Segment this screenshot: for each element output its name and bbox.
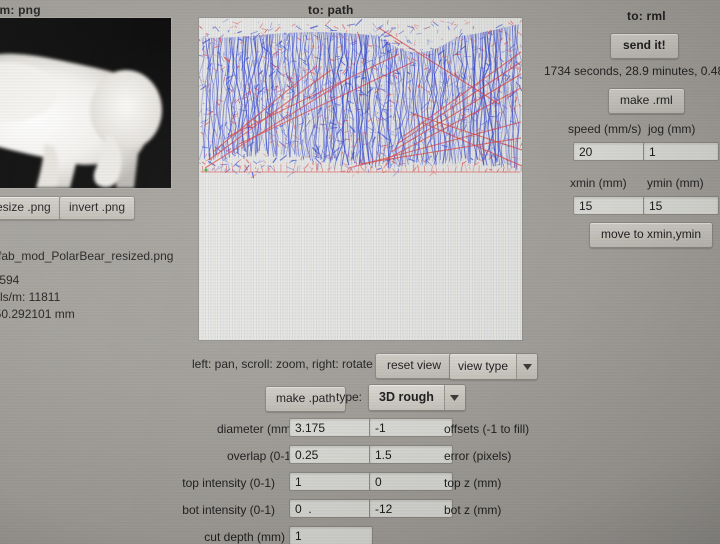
speed-input[interactable] [573, 142, 649, 161]
move-to-xmin-ymin-button[interactable]: move to xmin,ymin [589, 222, 714, 248]
invert-png-button[interactable]: invert .png [59, 196, 136, 220]
polar-bear-heightmap-image [0, 18, 171, 188]
param-input-bot-intensity[interactable] [289, 499, 373, 518]
type-label: type: [336, 390, 363, 404]
xmin-input[interactable] [573, 196, 649, 215]
param-input-overlap[interactable] [289, 445, 373, 464]
resize-png-button[interactable]: esize .png [0, 196, 61, 220]
view-type-select-label: view type [458, 359, 509, 373]
param-label-diameter: diameter (mm) [216, 422, 295, 436]
time-estimate-text: 1734 seconds, 28.9 minutes, 0.48 h [544, 64, 720, 78]
column-header-rml: to: rml [627, 9, 666, 23]
ymin-input[interactable] [643, 196, 719, 215]
view-controls-hint: left: pan, scroll: zoom, right: rotate [192, 357, 373, 371]
png-info-dimension: y: 50.292101 mm [0, 307, 75, 321]
png-file-path: a/fab_mod_PolarBear_resized.png [0, 249, 174, 263]
param-input-top-intensity[interactable] [289, 472, 373, 491]
make-path-button[interactable]: make .path [265, 386, 347, 412]
column-header-png: om: png [0, 3, 41, 17]
send-it-button[interactable]: send it! [610, 33, 679, 59]
param-label-error: error (pixels) [444, 449, 512, 463]
column-header-path: to: path [308, 3, 354, 17]
chevron-down-icon[interactable] [516, 354, 538, 379]
application-window: om: png to: path to: rml [0, 0, 720, 544]
chevron-down-icon[interactable] [443, 385, 465, 410]
param-input-top-z[interactable] [369, 472, 453, 491]
param-label-bot-intensity: bot intensity (0-1) [182, 503, 275, 517]
param-label-overlap: overlap (0-1) [226, 449, 295, 463]
param-label-top-intensity: top intensity (0-1) [182, 476, 275, 490]
param-label-bot-z: bot z (mm) [444, 503, 502, 517]
view-type-select[interactable]: view type [449, 353, 539, 380]
param-input-offsets[interactable] [369, 418, 453, 437]
param-label-top-z: top z (mm) [444, 476, 502, 490]
param-input-bot-z[interactable] [369, 499, 453, 518]
jog-label: jog (mm) [648, 122, 696, 136]
png-info-dpm: pixels/m: 11811 [0, 290, 61, 304]
path-type-select-label: 3D rough [379, 390, 434, 404]
jog-input[interactable] [643, 142, 719, 161]
xmin-label: xmin (mm) [570, 176, 627, 190]
make-rml-button[interactable]: make .rml [608, 88, 685, 114]
reset-view-button[interactable]: reset view [375, 353, 454, 379]
param-input-error[interactable] [369, 445, 453, 464]
toolpath-plot [199, 18, 522, 340]
speed-label: speed (mm/s) [568, 122, 642, 136]
png-preview-panel[interactable] [0, 18, 171, 188]
path-type-select[interactable]: 3D rough [368, 384, 466, 411]
png-info-pixels: ls: 594 [0, 273, 20, 287]
param-input-diameter[interactable] [289, 418, 373, 437]
toolpath-viewport[interactable] [199, 18, 522, 340]
param-input-cut-depth[interactable] [289, 526, 373, 544]
param-label-offsets: offsets (-1 to fill) [444, 422, 530, 436]
ymin-label: ymin (mm) [647, 176, 704, 190]
param-label-cut-depth: cut depth (mm) [204, 530, 285, 544]
